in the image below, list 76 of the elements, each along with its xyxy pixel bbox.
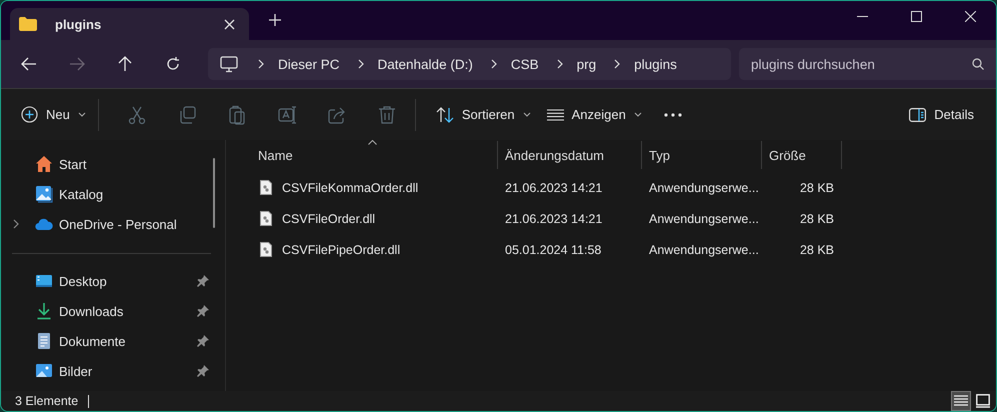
breadcrumb-item[interactable]: Datenhalde (D:) bbox=[378, 56, 473, 72]
chevron-icon[interactable] bbox=[258, 59, 264, 69]
view-button[interactable]: Anzeigen bbox=[538, 98, 650, 130]
document-icon bbox=[35, 332, 53, 350]
list-lines-icon bbox=[546, 108, 564, 120]
close-tab-icon[interactable] bbox=[224, 18, 235, 30]
sidebar-item[interactable]: Desktop bbox=[59, 274, 197, 288]
column-header[interactable]: Name bbox=[258, 148, 293, 162]
new-button[interactable]: Neu bbox=[13, 98, 94, 130]
type-cell: Anwendungserwe... bbox=[649, 212, 759, 226]
file-name: CSVFilePipeOrder.dll bbox=[282, 242, 400, 256]
pictures-icon bbox=[35, 362, 53, 380]
date-cell: 21.06.2023 14:21 bbox=[505, 212, 602, 226]
chevron-icon[interactable] bbox=[358, 59, 364, 69]
chevron-icon[interactable] bbox=[556, 59, 563, 69]
dropdown-chevron-icon bbox=[634, 112, 642, 117]
details-button[interactable]: Details bbox=[901, 98, 982, 130]
breadcrumb-item[interactable]: prg bbox=[576, 56, 596, 72]
tab-title: plugins bbox=[55, 16, 102, 32]
download-icon bbox=[35, 302, 53, 320]
home-icon bbox=[35, 155, 53, 173]
refresh-icon[interactable] bbox=[165, 56, 181, 72]
column-header[interactable]: Änderungsdatum bbox=[505, 148, 604, 162]
sidebar-item[interactable]: Katalog bbox=[59, 186, 209, 202]
dropdown-chevron-icon bbox=[78, 112, 86, 117]
file-row[interactable]: CSVFileOrder.dll 21.06.2023 14:21 Anwendungserwe... 28 KB bbox=[248, 203, 996, 234]
details-view-button[interactable] bbox=[951, 391, 971, 411]
size-cell: 28 KB bbox=[800, 212, 834, 226]
pin-icon[interactable] bbox=[197, 275, 209, 287]
column-header[interactable]: Typ bbox=[649, 148, 670, 162]
folder-icon bbox=[19, 17, 37, 31]
pin-icon[interactable] bbox=[197, 335, 209, 347]
expand-chevron-icon[interactable] bbox=[13, 219, 19, 229]
breadcrumb-item[interactable]: plugins bbox=[634, 56, 677, 72]
plus-circle-icon bbox=[21, 106, 38, 123]
breadcrumb-item[interactable]: Dieser PC bbox=[278, 56, 340, 72]
sidebar-item[interactable]: Dokumente bbox=[59, 334, 197, 348]
sort-button[interactable]: Sortieren bbox=[428, 98, 539, 130]
file-icon bbox=[260, 242, 272, 257]
sort-arrows-icon bbox=[436, 106, 454, 124]
gallery-icon bbox=[35, 185, 53, 203]
sidebar-item[interactable]: Start bbox=[59, 156, 209, 172]
column-header[interactable]: Größe bbox=[769, 148, 806, 162]
address-bar[interactable]: Dieser PC Datenhalde (D:) CSB prg plugins bbox=[208, 48, 731, 80]
computer-icon bbox=[220, 56, 238, 72]
type-cell: Anwendungserwe... bbox=[649, 242, 759, 256]
chevron-icon[interactable] bbox=[490, 59, 497, 69]
folder-tab[interactable]: plugins bbox=[10, 8, 249, 40]
size-cell: 28 KB bbox=[800, 180, 834, 194]
breadcrumb-item[interactable]: CSB bbox=[510, 56, 539, 72]
search-field[interactable]: plugins durchsuchen bbox=[739, 48, 996, 80]
size-cell: 28 KB bbox=[800, 242, 834, 256]
details-pane-icon bbox=[909, 108, 926, 122]
new-tab-icon[interactable] bbox=[269, 14, 281, 26]
file-name: CSVFileKommaOrder.dll bbox=[282, 180, 418, 194]
chevron-icon[interactable] bbox=[614, 59, 620, 69]
maximize-icon[interactable] bbox=[911, 11, 922, 22]
file-row[interactable]: CSVFilePipeOrder.dll 05.01.2024 11:58 Anwendungserwe... 28 KB bbox=[248, 234, 996, 265]
sidebar-item[interactable]: OneDrive - Personal bbox=[59, 216, 209, 232]
file-icon bbox=[260, 211, 272, 226]
search-icon[interactable] bbox=[972, 58, 984, 70]
sidebar-item[interactable]: Bilder bbox=[59, 364, 197, 378]
date-cell: 21.06.2023 14:21 bbox=[505, 180, 602, 194]
type-cell: Anwendungserwe... bbox=[649, 180, 759, 194]
desktop-icon bbox=[35, 272, 53, 290]
item-count: 3 Elemente bbox=[15, 394, 78, 408]
file-icon bbox=[260, 180, 272, 195]
date-cell: 05.01.2024 11:58 bbox=[505, 242, 602, 256]
dropdown-chevron-icon bbox=[522, 112, 531, 117]
file-row[interactable]: CSVFileKommaOrder.dll 21.06.2023 14:21 Anwendungserwe... 28 KB bbox=[248, 172, 996, 203]
sidebar-item[interactable]: Downloads bbox=[59, 304, 197, 318]
file-name: CSVFileOrder.dll bbox=[282, 212, 376, 226]
pin-icon[interactable] bbox=[197, 305, 209, 317]
close-icon[interactable] bbox=[965, 11, 976, 22]
more-icon[interactable] bbox=[664, 112, 682, 116]
pin-icon[interactable] bbox=[197, 365, 209, 377]
